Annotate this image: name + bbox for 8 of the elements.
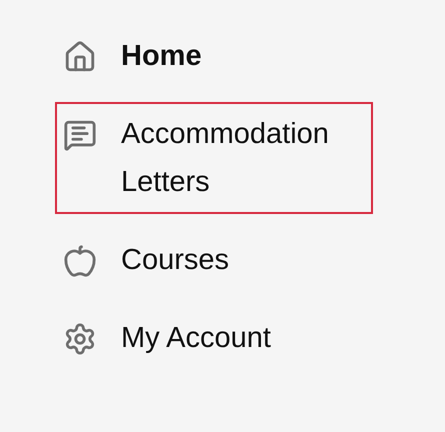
message-list-icon — [63, 118, 97, 152]
nav-item[interactable]: Courses — [55, 228, 373, 292]
nav-item[interactable]: Accommodation Letters — [55, 102, 373, 214]
nav-item[interactable]: My Account — [55, 306, 373, 370]
house-icon — [63, 40, 97, 74]
apple-icon — [63, 244, 97, 278]
settings-icon — [63, 322, 97, 356]
nav-item[interactable]: Home — [55, 24, 373, 88]
